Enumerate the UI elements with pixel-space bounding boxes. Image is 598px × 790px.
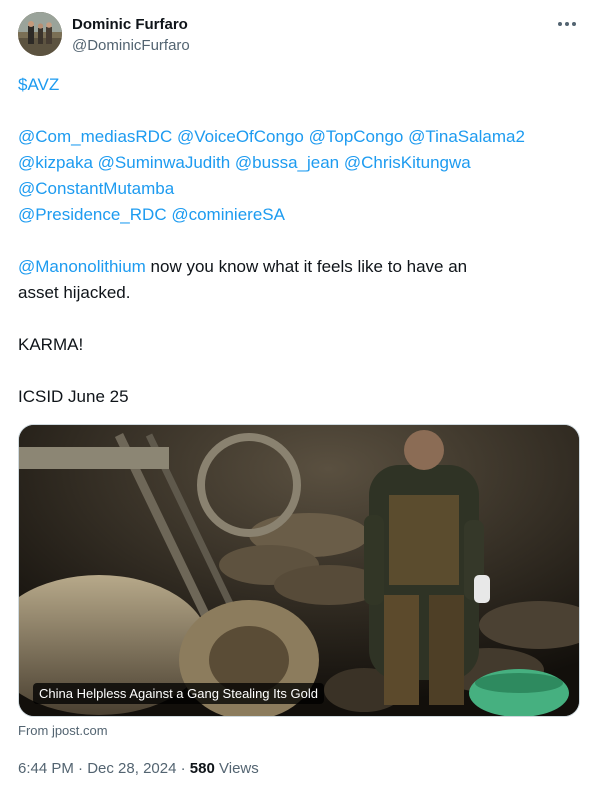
- tweet-date[interactable]: Dec 28, 2024: [87, 760, 176, 777]
- mention-link[interactable]: @cominiereSA: [171, 205, 285, 224]
- avatar[interactable]: [18, 12, 62, 56]
- mention-link[interactable]: @VoiceOfCongo: [177, 127, 304, 146]
- mention-link[interactable]: @bussa_jean: [235, 153, 339, 172]
- more-dots-icon[interactable]: [554, 14, 580, 34]
- card-source[interactable]: From jpost.com: [18, 722, 108, 740]
- views-count[interactable]: 580: [190, 760, 215, 777]
- reply-text: now you know what it feels like to have …: [145, 257, 468, 276]
- reply-paragraph: @Manonolithium now you know what it feel…: [18, 254, 583, 306]
- tweet-meta: 6:44 PM · Dec 28, 2024 · 580 Views: [18, 759, 259, 779]
- mention-link[interactable]: @kizpaka: [18, 153, 93, 172]
- author-handle[interactable]: @DominicFurfaro: [72, 36, 190, 56]
- meta-separator: ·: [180, 760, 186, 777]
- link-card[interactable]: China Helpless Against a Gang Stealing I…: [18, 424, 580, 717]
- mention-link[interactable]: @TopCongo: [309, 127, 404, 146]
- mention-link[interactable]: @ConstantMutamba: [18, 179, 174, 198]
- mention-link[interactable]: @Presidence_RDC: [18, 205, 167, 224]
- tweet-text: $AVZ @Com_mediasRDC @VoiceOfCongo @TopCo…: [18, 72, 583, 410]
- mention-link[interactable]: @Manonolithium: [18, 257, 146, 276]
- mentions-line-2: @kizpaka @SuminwaJudith @bussa_jean @Chr…: [18, 150, 583, 176]
- meta-separator: ·: [78, 760, 84, 777]
- card-title: China Helpless Against a Gang Stealing I…: [33, 683, 324, 704]
- icsid-text: ICSID June 25: [18, 387, 129, 406]
- tweet-time[interactable]: 6:44 PM: [18, 760, 74, 777]
- cashtag-link[interactable]: $AVZ: [18, 75, 59, 94]
- reply-text-continued: asset hijacked.: [18, 283, 131, 302]
- mentions-line-4: @Presidence_RDC @cominiereSA: [18, 202, 583, 228]
- karma-text: KARMA!: [18, 335, 84, 354]
- card-image: [19, 425, 579, 716]
- mention-link[interactable]: @SuminwaJudith: [98, 153, 231, 172]
- author-display-name[interactable]: Dominic Furfaro: [72, 15, 190, 35]
- mention-link[interactable]: @Com_mediasRDC: [18, 127, 172, 146]
- mentions-line-3: @ConstantMutamba: [18, 176, 583, 202]
- mention-link[interactable]: @TinaSalama2: [408, 127, 525, 146]
- mention-link[interactable]: @ChrisKitungwa: [344, 153, 471, 172]
- mentions-line-1: @Com_mediasRDC @VoiceOfCongo @TopCongo @…: [18, 124, 583, 150]
- views-label: Views: [219, 760, 259, 777]
- tweet-header: Dominic Furfaro @DominicFurfaro: [18, 12, 580, 58]
